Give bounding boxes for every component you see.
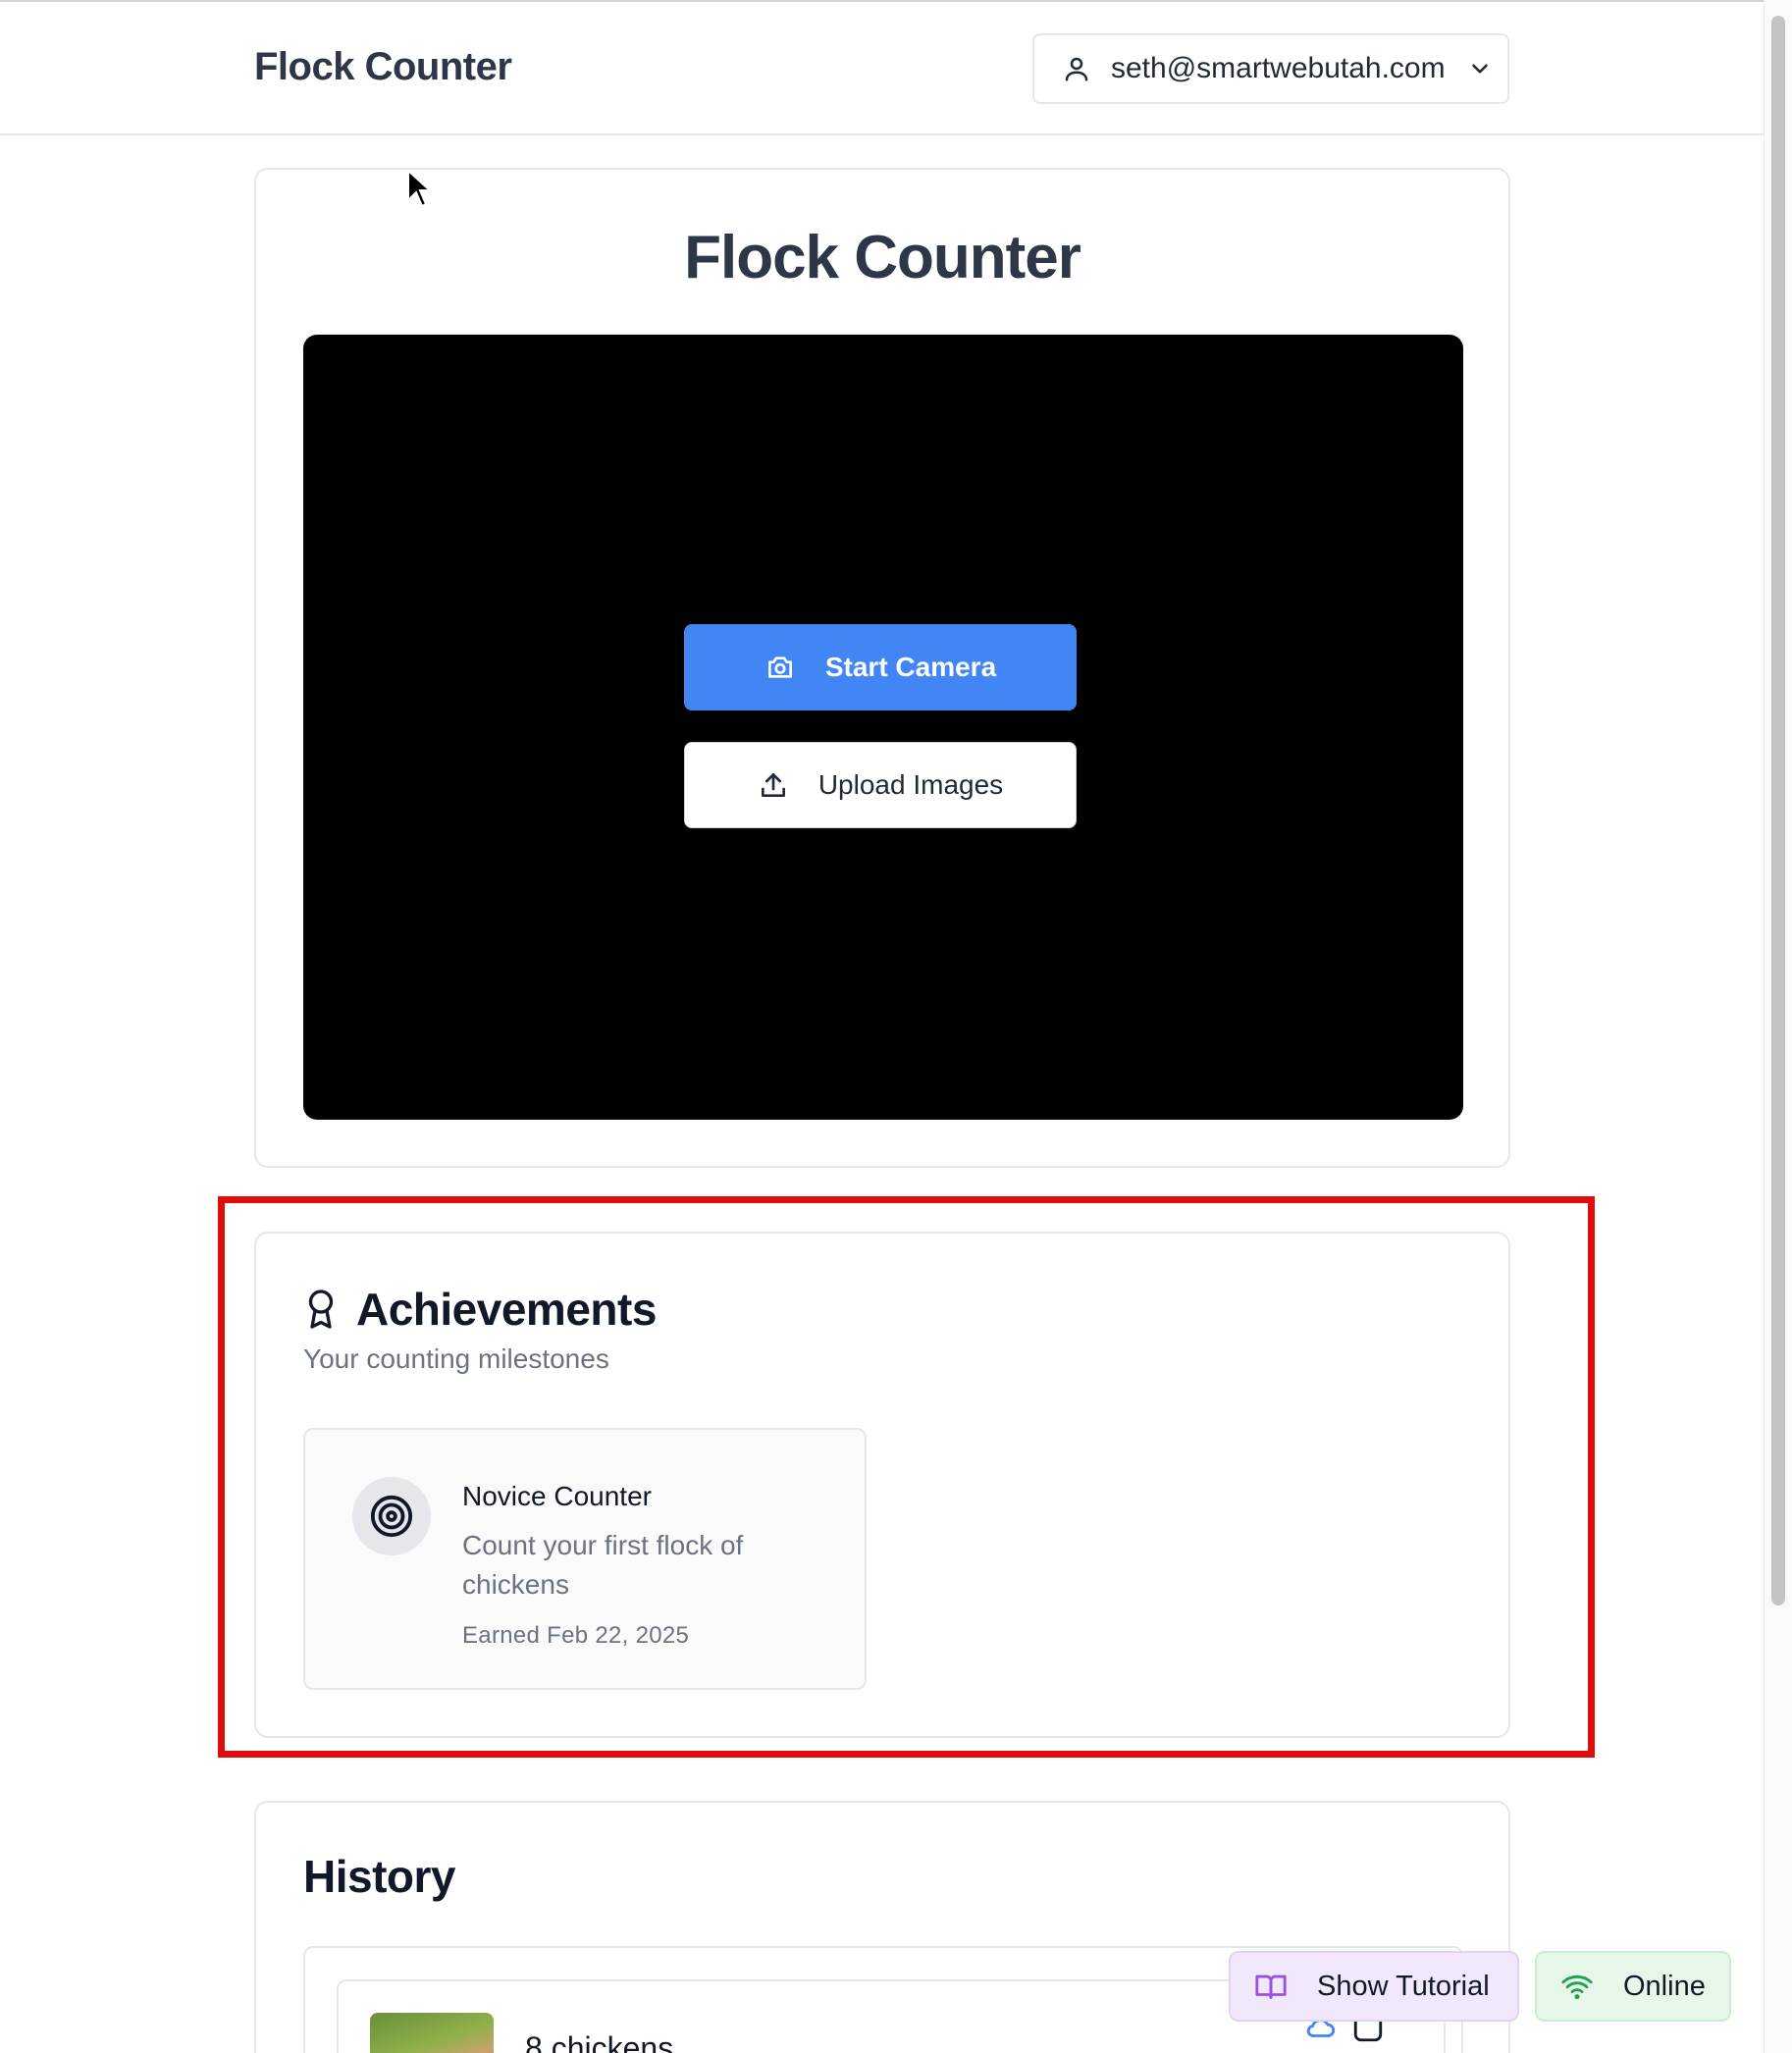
book-open-icon — [1255, 1974, 1287, 1999]
chevron-down-icon — [1471, 64, 1488, 74]
upload-images-button[interactable]: Upload Images — [684, 742, 1077, 828]
user-email: seth@smartwebutah.com — [1111, 52, 1446, 84]
highlight-box — [218, 1196, 1595, 1758]
wifi-icon — [1561, 1974, 1593, 2000]
online-status-button[interactable]: Online — [1535, 1951, 1731, 2022]
history-title: History — [303, 1851, 455, 1902]
camera-card: Flock Counter Start Camera Upload Images — [254, 168, 1510, 1168]
upload-icon — [761, 773, 785, 797]
brand-title[interactable]: Flock Counter — [254, 45, 512, 89]
page-title: Flock Counter — [684, 224, 1081, 291]
camera-icon — [767, 657, 792, 678]
start-camera-label: Start Camera — [824, 652, 997, 682]
start-camera-button[interactable]: Start Camera — [684, 624, 1077, 711]
history-count: 8 chickens — [525, 2030, 674, 2053]
page: Flock Counter seth@smartwebutah.com Floc… — [0, 0, 1792, 2053]
app-header: Flock Counter seth@smartwebutah.com — [0, 2, 1764, 135]
camera-viewport: Start Camera Upload Images — [303, 335, 1463, 1120]
scrollbar-thumb[interactable] — [1771, 16, 1785, 1606]
online-status-label: Online — [1623, 1970, 1706, 2002]
show-tutorial-button[interactable]: Show Tutorial — [1229, 1951, 1519, 2022]
show-tutorial-label: Show Tutorial — [1317, 1970, 1490, 2002]
mouse-cursor-icon — [407, 169, 433, 208]
history-thumbnail — [370, 2013, 494, 2053]
user-icon — [1065, 57, 1088, 81]
user-menu-button[interactable]: seth@smartwebutah.com — [1032, 33, 1509, 104]
upload-images-label: Upload Images — [817, 769, 1004, 800]
